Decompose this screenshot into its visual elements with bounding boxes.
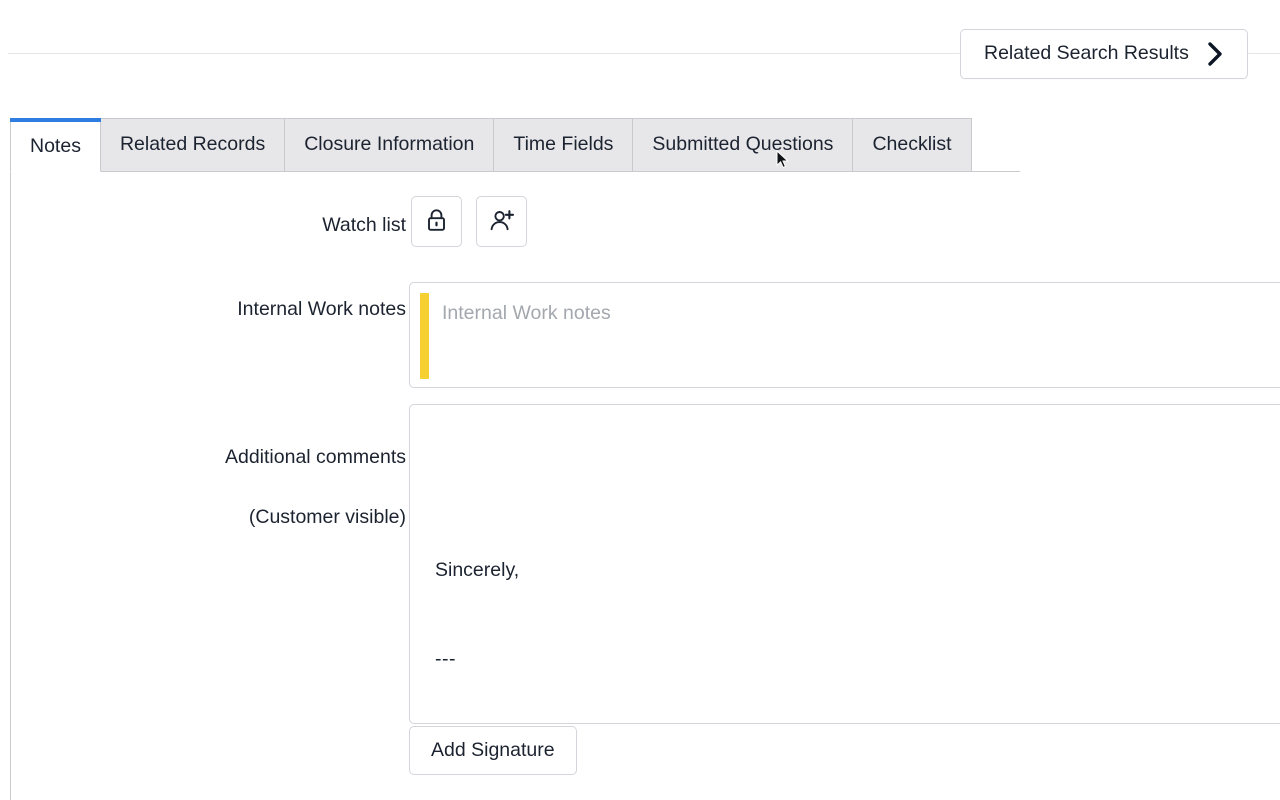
related-search-results-label: Related Search Results — [984, 42, 1189, 65]
signature-line: --- — [435, 647, 456, 670]
internal-work-notes-label: Internal Work notes — [237, 298, 406, 320]
lock-icon — [425, 208, 448, 236]
notes-tab-panel: Watch list Internal Work notes Internal … — [10, 172, 1280, 800]
tab-label: Time Fields — [513, 133, 614, 156]
additional-comments-label-line1: Additional comments — [224, 446, 406, 468]
add-signature-button[interactable]: Add Signature — [409, 726, 577, 775]
tab-label: Checklist — [872, 133, 952, 156]
tab-time-fields[interactable]: Time Fields — [494, 118, 634, 172]
additional-comments-label: Additional comments (Customer visible) — [61, 412, 406, 532]
additional-comments-label-line2: (Customer visible) — [248, 506, 406, 528]
tab-related-records[interactable]: Related Records — [100, 118, 286, 172]
signature-line: Sincerely, — [435, 559, 520, 581]
top-bar: Related Search Results — [0, 0, 1280, 96]
add-user-icon — [489, 208, 515, 236]
chevron-right-icon — [1207, 41, 1225, 67]
tab-label: Related Records — [119, 133, 266, 156]
tab-submitted-questions[interactable]: Submitted Questions — [633, 118, 854, 172]
additional-comments-field[interactable]: Sincerely, --- John Wick, CTS IT Support… — [409, 404, 1280, 724]
tab-label: Notes — [30, 134, 81, 157]
work-notes-accent-bar — [420, 293, 429, 379]
tab-label: Submitted Questions — [652, 133, 834, 156]
watch-list-actions — [411, 196, 527, 247]
tab-bar: Notes Related Records Closure Informatio… — [10, 118, 972, 172]
tab-label: Closure Information — [304, 133, 475, 156]
tab-checklist[interactable]: Checklist — [853, 118, 972, 172]
internal-work-notes-placeholder: Internal Work notes — [442, 302, 611, 324]
internal-work-notes-field[interactable]: Internal Work notes — [409, 282, 1280, 388]
add-user-button[interactable] — [476, 196, 527, 247]
watch-list-label: Watch list — [322, 214, 406, 236]
tab-notes[interactable]: Notes — [10, 118, 101, 172]
tab-closure-information[interactable]: Closure Information — [285, 118, 495, 172]
lock-button[interactable] — [411, 196, 462, 247]
signature-block: Sincerely, --- John Wick, CTS IT Support… — [435, 497, 705, 723]
related-search-results-button[interactable]: Related Search Results — [960, 29, 1248, 79]
page-root: Related Search Results Notes Related Rec… — [0, 0, 1280, 800]
add-signature-label: Add Signature — [431, 739, 555, 761]
